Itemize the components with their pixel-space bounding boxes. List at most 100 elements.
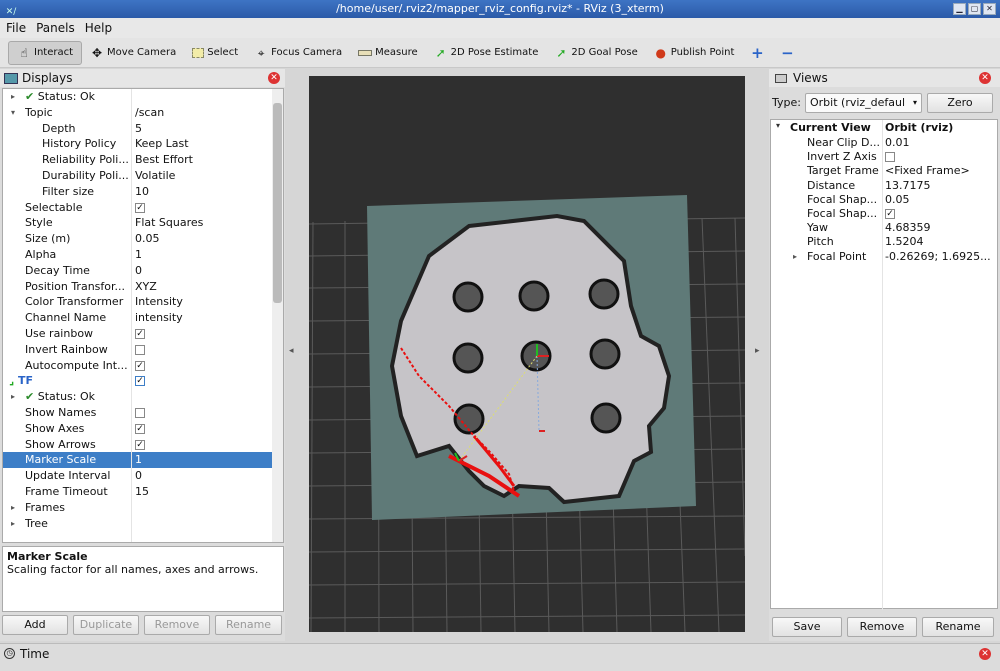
display-property-row[interactable]: Invert Rainbow <box>3 342 273 358</box>
view-property-row[interactable]: Near Clip D... 0.01 <box>771 136 999 150</box>
remove-view-button[interactable]: Remove <box>847 617 917 637</box>
display-property-row[interactable]: Durability Poli... Volatile <box>3 168 273 184</box>
remove-tool-button[interactable]: − <box>772 41 802 65</box>
display-property-row[interactable]: Decay Time 0 <box>3 263 273 279</box>
property-value[interactable]: -0.26269; 1.6925... <box>885 250 997 264</box>
property-value[interactable]: 0 <box>135 468 271 484</box>
property-value[interactable]: 0.05 <box>135 231 271 247</box>
property-value[interactable]: ✓ <box>135 358 271 374</box>
property-value[interactable]: Best Effort <box>135 152 271 168</box>
view-property-row[interactable]: Yaw 4.68359 <box>771 221 999 235</box>
display-property-row[interactable]: Alpha 1 <box>3 247 273 263</box>
view-property-row[interactable]: ▸ Focal Point -0.26269; 1.6925... <box>771 250 999 264</box>
display-property-row[interactable]: ▾ Topic/scan <box>3 105 273 121</box>
display-property-row[interactable]: Use rainbow ✓ <box>3 326 273 342</box>
view-type-select[interactable]: Orbit (rviz_defaul ▾ <box>805 93 922 113</box>
view-property-row[interactable]: Invert Z Axis <box>771 150 999 164</box>
property-value[interactable]: intensity <box>135 310 271 326</box>
collapse-arrow-icon[interactable]: ▸ <box>11 89 15 105</box>
property-value[interactable]: Flat Squares <box>135 215 271 231</box>
view-property-row[interactable]: Focal Shap... 0.05 <box>771 193 999 207</box>
display-property-row[interactable]: Depth 5 <box>3 121 273 137</box>
view-property-row[interactable]: Distance 13.7175 <box>771 179 999 193</box>
collapse-arrow-icon[interactable]: ▸ <box>11 516 15 532</box>
save-view-button[interactable]: Save <box>772 617 842 637</box>
display-property-row[interactable]: Update Interval 0 <box>3 468 273 484</box>
duplicate-button[interactable]: Duplicate <box>73 615 139 635</box>
property-value[interactable]: 1 <box>135 247 271 263</box>
property-value[interactable] <box>135 405 271 421</box>
display-property-row[interactable]: Size (m) 0.05 <box>3 231 273 247</box>
display-property-row[interactable]: ▸ Tree <box>3 516 273 532</box>
display-property-row[interactable]: ▸ Frames <box>3 500 273 516</box>
property-value[interactable]: 0 <box>135 263 271 279</box>
measure-tool[interactable]: Measure <box>350 41 426 65</box>
add-tool-button[interactable]: + <box>742 41 772 65</box>
checkbox[interactable] <box>135 344 145 355</box>
close-icon[interactable]: ✕ <box>979 72 991 84</box>
interact-tool[interactable]: ☝ Interact <box>8 40 83 65</box>
display-property-row[interactable]: Channel Name intensity <box>3 310 273 326</box>
property-value[interactable]: ✓ <box>135 421 271 437</box>
publish-point-tool[interactable]: ● Publish Point <box>646 41 743 65</box>
view-property-row[interactable]: Target Frame <Fixed Frame> <box>771 164 999 178</box>
property-value[interactable]: Volatile <box>135 168 271 184</box>
display-property-row[interactable]: ▸ ✔ Status: Ok <box>3 389 273 405</box>
view-property-row[interactable]: Pitch 1.5204 <box>771 235 999 249</box>
current-view-arrow[interactable]: ▾ <box>776 121 780 130</box>
checkbox[interactable]: ✓ <box>135 439 145 450</box>
property-value[interactable]: ✓ <box>135 373 271 389</box>
checkbox[interactable]: ✓ <box>135 376 145 387</box>
property-value[interactable]: 13.7175 <box>885 179 997 193</box>
display-property-row[interactable]: Reliability Poli... Best Effort <box>3 152 273 168</box>
property-value[interactable]: 0.01 <box>885 136 997 150</box>
display-property-row[interactable]: Frame Timeout 15 <box>3 484 273 500</box>
property-value[interactable]: 1 <box>135 452 271 468</box>
collapse-right-arrow[interactable]: ▸ <box>755 346 760 356</box>
display-property-row[interactable]: Selectable ✓ <box>3 200 273 216</box>
checkbox[interactable]: ✓ <box>135 202 145 213</box>
property-value[interactable]: ✓ <box>885 207 997 221</box>
collapse-left-arrow[interactable]: ◂ <box>289 346 294 356</box>
view-property-row[interactable]: Focal Shap... ✓ <box>771 207 999 221</box>
property-value[interactable]: <Fixed Frame> <box>885 164 997 178</box>
property-value[interactable]: Intensity <box>135 294 271 310</box>
collapse-arrow-icon[interactable]: ▸ <box>793 250 797 264</box>
display-property-row[interactable]: Position Transfor... XYZ <box>3 279 273 295</box>
move-camera-tool[interactable]: ✥ Move Camera <box>82 41 184 65</box>
property-value[interactable]: ✓ <box>135 200 271 216</box>
maximize-button[interactable]: ▢ <box>968 3 981 15</box>
display-property-row[interactable]: Color Transformer Intensity <box>3 294 273 310</box>
add-button[interactable]: Add <box>2 615 68 635</box>
close-icon[interactable]: ✕ <box>979 648 991 660</box>
close-icon[interactable]: ✕ <box>268 72 280 84</box>
checkbox[interactable]: ✓ <box>135 423 145 434</box>
rename-view-button[interactable]: Rename <box>922 617 994 637</box>
rename-button[interactable]: Rename <box>215 615 282 635</box>
property-value[interactable]: Keep Last <box>135 136 271 152</box>
scroll-thumb[interactable] <box>273 103 282 303</box>
vertical-scrollbar[interactable] <box>272 89 283 542</box>
display-property-row[interactable]: Show Arrows ✓ <box>3 437 273 453</box>
checkbox[interactable]: ✓ <box>885 209 895 219</box>
display-property-row[interactable]: Marker Scale 1 <box>3 452 273 469</box>
property-value[interactable]: 4.68359 <box>885 221 997 235</box>
display-property-row[interactable]: Show Names <box>3 405 273 421</box>
checkbox[interactable]: ✓ <box>135 360 145 371</box>
property-value[interactable] <box>135 342 271 358</box>
property-value[interactable]: /scan <box>135 105 271 121</box>
2d-pose-estimate-tool[interactable]: ➚ 2D Pose Estimate <box>426 41 547 65</box>
property-value[interactable]: ✓ <box>135 437 271 453</box>
display-property-row[interactable]: Autocompute Int... ✓ <box>3 358 273 374</box>
menu-panels[interactable]: Panels <box>36 21 75 35</box>
property-value[interactable]: 5 <box>135 121 271 137</box>
property-value[interactable]: 0.05 <box>885 193 997 207</box>
2d-goal-pose-tool[interactable]: ➚ 2D Goal Pose <box>546 41 645 65</box>
collapse-arrow-icon[interactable]: ▸ <box>11 500 15 516</box>
render-viewport[interactable] <box>309 76 745 632</box>
display-property-row[interactable]: History Policy Keep Last <box>3 136 273 152</box>
remove-button[interactable]: Remove <box>144 615 210 635</box>
property-value[interactable]: ✓ <box>135 326 271 342</box>
display-property-row[interactable]: Filter size 10 <box>3 184 273 200</box>
display-property-row[interactable]: Style Flat Squares <box>3 215 273 231</box>
